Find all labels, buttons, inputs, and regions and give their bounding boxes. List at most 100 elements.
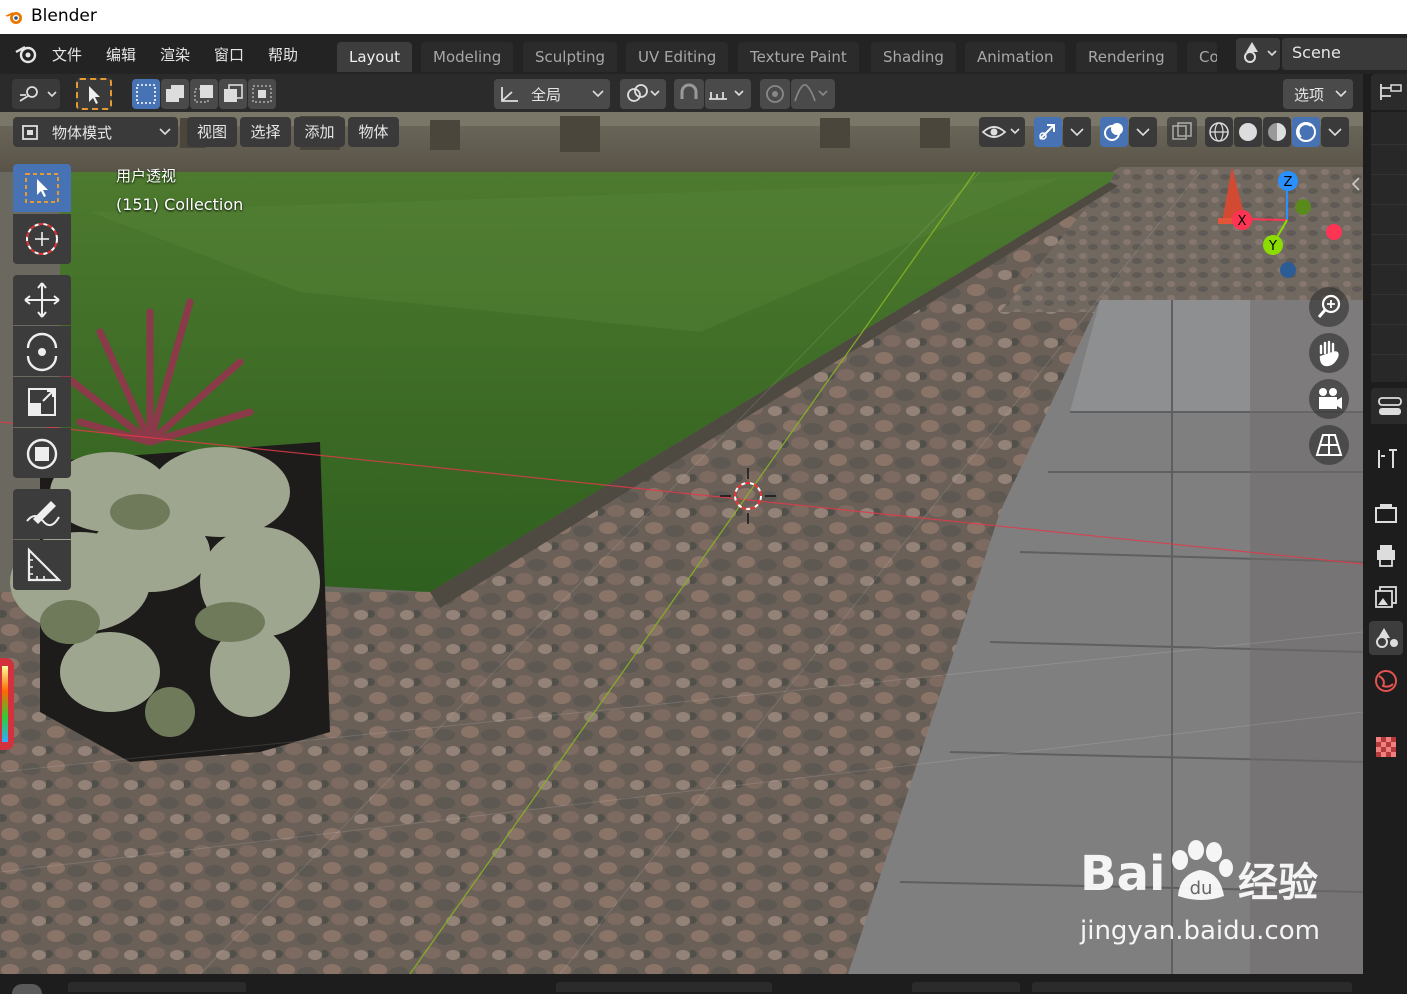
wireframe-sphere-icon xyxy=(1209,122,1229,142)
tool-select-box[interactable] xyxy=(13,164,71,212)
tool-move[interactable] xyxy=(13,275,71,325)
properties-editor-type[interactable] xyxy=(1371,388,1407,424)
gizmo-x-label: X xyxy=(1238,214,1247,229)
select-intersect-icon xyxy=(252,85,272,103)
grid-perspective-icon xyxy=(1315,434,1343,456)
window-titlebar: Blender xyxy=(0,0,1407,34)
editor-type-button[interactable] xyxy=(12,79,60,109)
tab-render[interactable] xyxy=(1369,496,1403,530)
select-mode-invert-button[interactable] xyxy=(219,79,247,109)
object-mode-dropdown[interactable]: 物体模式 xyxy=(13,117,178,147)
shading-rendered-button[interactable] xyxy=(1292,117,1320,147)
select-mode-intersect-button[interactable] xyxy=(248,79,276,109)
zoom-view-button[interactable] xyxy=(1309,287,1349,327)
tab-scene[interactable] xyxy=(1369,621,1403,655)
gizmo-options-dropdown[interactable] xyxy=(1063,117,1091,147)
shading-solid-button[interactable] xyxy=(1234,117,1262,147)
tab-texture-paint[interactable]: Texture Paint xyxy=(738,42,859,72)
tab-rendering[interactable]: Rendering xyxy=(1076,42,1177,72)
pan-view-button[interactable] xyxy=(1309,333,1349,373)
watermark-cn: 经验 xyxy=(1238,860,1318,906)
outliner-header[interactable] xyxy=(1371,74,1407,110)
watermark-url: jingyan.baidu.com xyxy=(1080,916,1320,946)
scene-name-field[interactable]: Scene xyxy=(1282,38,1407,70)
tab-view-layer[interactable] xyxy=(1369,580,1403,614)
transform-orientation-dropdown[interactable]: 全局 xyxy=(494,79,610,109)
tab-uv-editing[interactable]: UV Editing xyxy=(626,42,729,72)
tab-compositing[interactable]: Co xyxy=(1187,42,1217,72)
scene-props-icon xyxy=(1376,628,1398,648)
menu-window[interactable]: 窗口 xyxy=(214,44,244,65)
cursor-arrow-icon xyxy=(89,86,100,104)
menu-render[interactable]: 渲染 xyxy=(160,44,190,65)
select-invert-icon xyxy=(224,84,243,102)
menu-help[interactable]: 帮助 xyxy=(268,44,298,65)
frame-range-fields[interactable] xyxy=(1032,982,1352,992)
tab-texture[interactable] xyxy=(1369,730,1403,764)
chevron-down-icon xyxy=(1328,128,1342,137)
tool-cursor[interactable] xyxy=(13,214,71,264)
timeline-menus[interactable] xyxy=(68,982,246,992)
tab-shading[interactable]: Shading xyxy=(871,42,956,72)
tab-modeling[interactable]: Modeling xyxy=(421,42,514,72)
tool-measure[interactable] xyxy=(13,540,71,590)
tab-output[interactable] xyxy=(1369,538,1403,572)
select-mode-subtract-button[interactable] xyxy=(190,79,218,109)
gizmo-toggle-button[interactable] xyxy=(1034,117,1062,147)
current-frame-field[interactable] xyxy=(912,982,1020,992)
tab-animation[interactable]: Animation xyxy=(965,42,1066,72)
perspective-toggle-button[interactable] xyxy=(1309,425,1349,465)
menu-file[interactable]: 文件 xyxy=(52,44,82,65)
select-new-icon xyxy=(136,84,156,104)
scene-selector-button[interactable] xyxy=(1236,38,1280,70)
magnet-icon xyxy=(680,83,698,99)
blender-menu-icon[interactable] xyxy=(14,43,40,65)
pivot-point-dropdown[interactable] xyxy=(620,79,666,109)
xray-toggle-button[interactable] xyxy=(1167,117,1197,147)
outliner-area[interactable] xyxy=(1371,112,1407,382)
tool-scale[interactable] xyxy=(13,377,71,427)
3d-viewport[interactable]: 物体模式 视图 选择 添加 物体 用户透视 (151) Collection Z… xyxy=(0,112,1363,974)
tab-tool[interactable] xyxy=(1369,442,1403,476)
chevron-down-icon xyxy=(1070,128,1084,137)
camera-back-icon xyxy=(1375,504,1397,523)
menu-edit[interactable]: 编辑 xyxy=(106,44,136,65)
tool-rotate[interactable] xyxy=(13,326,71,376)
tab-world[interactable] xyxy=(1369,664,1403,698)
proportional-falloff-dropdown[interactable] xyxy=(791,79,835,109)
tool-transform[interactable] xyxy=(13,428,71,478)
select-mode-extend-button[interactable] xyxy=(161,79,189,109)
camera-view-button[interactable] xyxy=(1309,379,1349,419)
gizmo-z-label: Z xyxy=(1284,175,1293,190)
overlays-toggle-button[interactable] xyxy=(1100,117,1128,147)
tab-layout[interactable]: Layout xyxy=(337,42,412,72)
visibility-dropdown[interactable] xyxy=(979,117,1025,147)
navigation-gizmo[interactable]: Z X Y xyxy=(1200,162,1360,292)
tool-annotate[interactable] xyxy=(13,489,71,539)
select-mode-new-button[interactable] xyxy=(132,79,160,109)
tab-sculpting[interactable]: Sculpting xyxy=(523,42,618,72)
playback-controls[interactable] xyxy=(556,982,772,992)
rotate-icon xyxy=(26,332,58,372)
xray-icon xyxy=(1172,122,1192,140)
menu-view[interactable]: 视图 xyxy=(187,117,237,147)
sidebar-expand-icon[interactable] xyxy=(1350,176,1362,192)
shading-material-button[interactable] xyxy=(1263,117,1291,147)
snap-target-dropdown[interactable] xyxy=(705,79,751,109)
shading-options-dropdown[interactable] xyxy=(1321,117,1349,147)
window-title: Blender xyxy=(31,6,97,26)
select-tool-indicator[interactable] xyxy=(76,78,112,110)
overlays-options-dropdown[interactable] xyxy=(1129,117,1157,147)
chevron-down-icon xyxy=(159,128,171,136)
proportional-editing-button[interactable] xyxy=(760,79,790,109)
menu-object[interactable]: 物体 xyxy=(348,117,399,147)
menu-select[interactable]: 选择 xyxy=(240,117,291,147)
options-dropdown[interactable]: 选项 xyxy=(1283,79,1353,109)
camera-icon xyxy=(1319,388,1342,409)
shading-wireframe-button[interactable] xyxy=(1205,117,1233,147)
menu-add[interactable]: 添加 xyxy=(294,117,345,147)
collection-info-label: (151) Collection xyxy=(116,195,244,214)
properties-tab-strip xyxy=(1363,74,1407,992)
snap-toggle-button[interactable] xyxy=(674,79,704,109)
status-bar xyxy=(0,974,1407,994)
